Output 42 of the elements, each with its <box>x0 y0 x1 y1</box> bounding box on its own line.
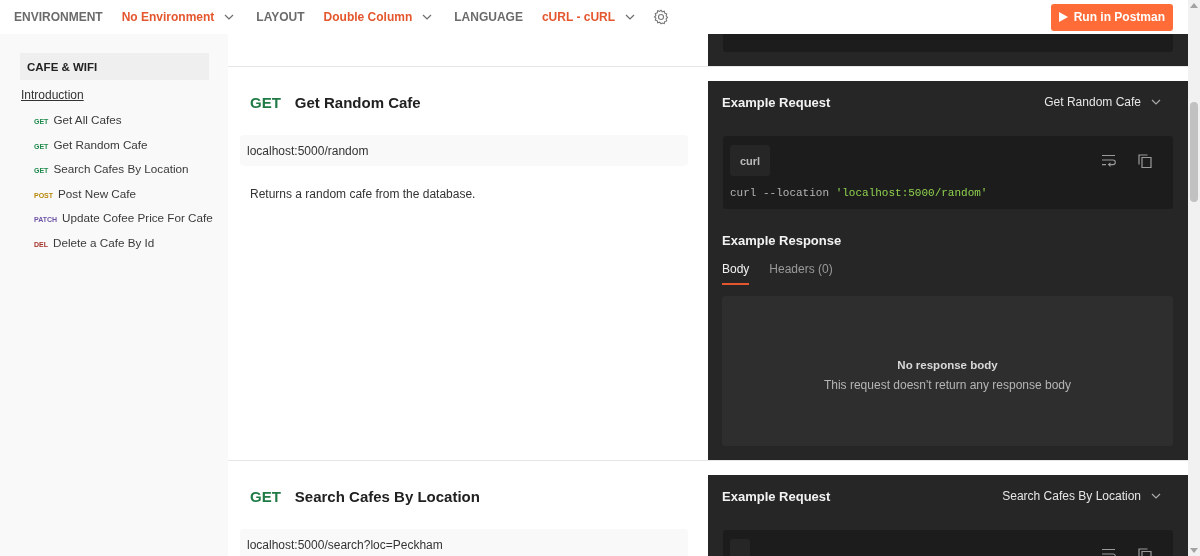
request-label: Update Cofee Price For Cafe <box>62 210 213 227</box>
response-tab[interactable]: Body <box>722 262 750 285</box>
chevron-down-icon <box>422 14 433 20</box>
request-title: Search Cafes By Location <box>294 487 480 505</box>
chevron-down-icon <box>625 14 636 20</box>
empty-message: This request doesn't return any response body <box>823 377 1072 392</box>
request-title: Get Random Cafe <box>294 93 421 111</box>
method-label: GET <box>250 93 281 111</box>
introduction-link[interactable]: Introduction <box>21 88 84 102</box>
settings-icon[interactable] <box>653 9 670 25</box>
chevron-down-icon <box>224 14 235 20</box>
request-description: Returns a random cafe from the database. <box>250 187 477 201</box>
code-line: curl --location 'localhost:5000/random' <box>730 187 989 199</box>
chevron-down-icon <box>1151 493 1161 499</box>
setting-dropdown[interactable]: cURL - cURL <box>541 10 636 24</box>
collection-title: CAFE & WIFI <box>20 53 209 80</box>
language-chip: curl <box>730 145 771 176</box>
play-icon <box>1058 12 1068 22</box>
request-url: localhost:5000/random <box>240 135 688 166</box>
setting-label: LANGUAGE <box>454 10 523 24</box>
example-request-heading: Example Request <box>722 488 831 504</box>
example-dropdown[interactable]: Search Cafes By Location <box>1002 489 1161 503</box>
example-response-heading: Example Response <box>722 232 843 250</box>
wrap-lines-icon[interactable] <box>1101 154 1116 167</box>
request-label: Get All Cafes <box>53 112 122 128</box>
setting-label: LAYOUT <box>256 10 305 24</box>
example-dropdown[interactable]: Get Random Cafe <box>1044 95 1161 109</box>
request-label: Get Random Cafe <box>53 136 148 153</box>
request-url: localhost:5000/search?loc=Peckham <box>240 529 688 556</box>
setting-dropdown[interactable]: Double Column <box>323 10 433 24</box>
request-label: Post New Cafe <box>58 185 136 202</box>
method-label: GET <box>250 487 281 505</box>
request-label: Delete a Cafe By Id <box>53 234 155 251</box>
empty-title: No response body <box>897 358 998 371</box>
chevron-down-icon <box>1151 99 1161 105</box>
response-tab[interactable]: Headers (0) <box>769 262 833 285</box>
setting-dropdown[interactable]: No Environment <box>121 10 235 24</box>
example-request-heading: Example Request <box>722 94 831 110</box>
setting-label: ENVIRONMENT <box>14 10 103 24</box>
copy-icon[interactable] <box>1138 153 1152 168</box>
request-label: Search Cafes By Location <box>53 161 189 178</box>
scrollbar-thumb[interactable] <box>1190 102 1198 202</box>
